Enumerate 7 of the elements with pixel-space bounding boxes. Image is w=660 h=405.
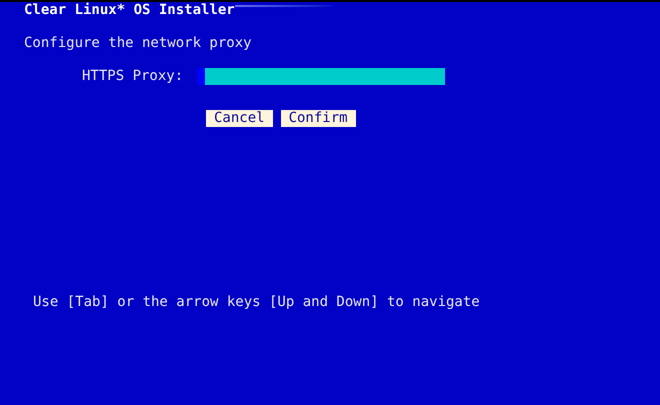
dialog-button[interactable]: Confirm (280, 110, 356, 127)
window-title: Clear Linux* OS Installer (24, 2, 235, 19)
page-heading: Configure the network proxy (24, 35, 252, 52)
dialog-button[interactable]: Cancel (206, 110, 273, 127)
input-field[interactable] (197, 68, 446, 85)
navigation-hint: Use [Tab] or the arrow keys [Up and Down] to navigate (33, 294, 480, 311)
field-label: HTTPS Proxy: (82, 68, 184, 85)
